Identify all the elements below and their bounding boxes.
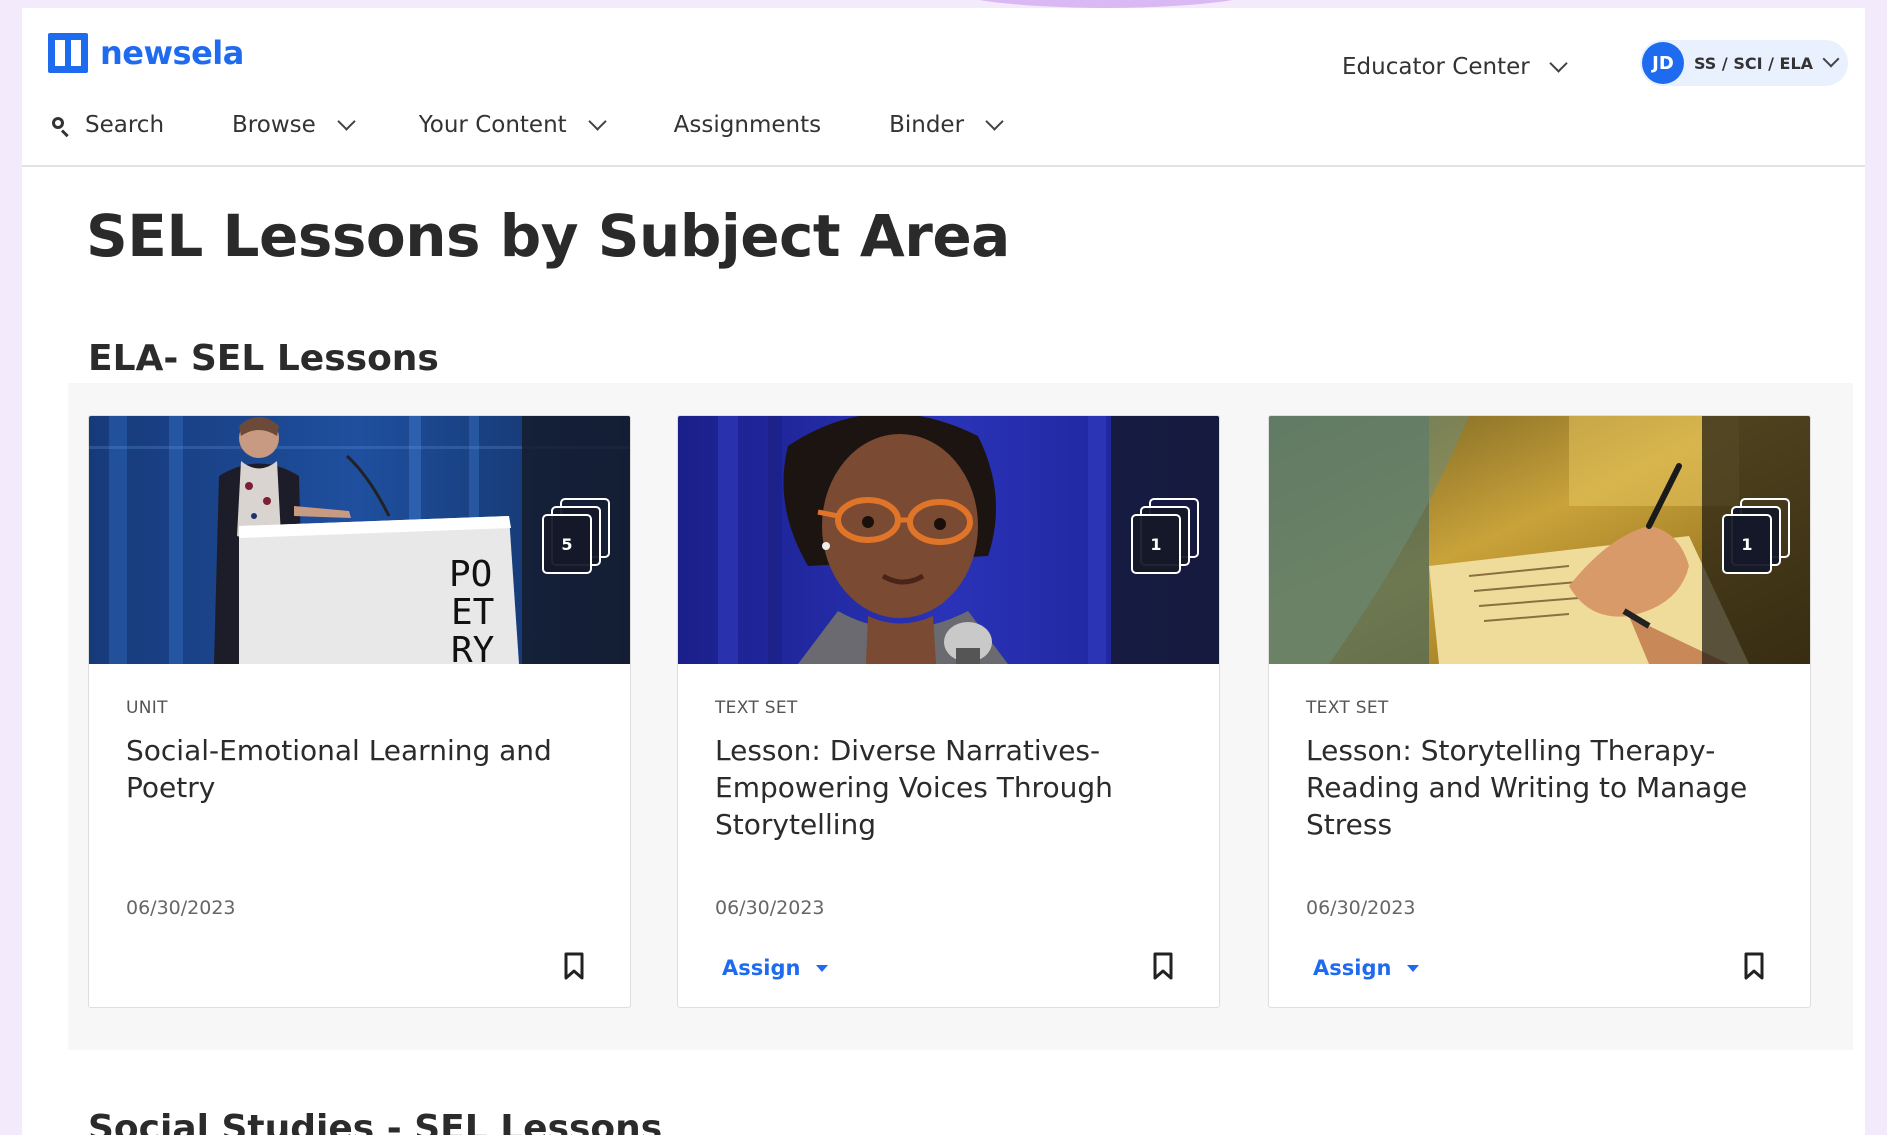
svg-text:ET: ET — [451, 592, 494, 633]
card-title[interactable]: Lesson: Diverse Narratives-Empowering Vo… — [715, 732, 1185, 843]
educator-center-label: Educator Center — [1342, 54, 1530, 80]
card-image-narratives: 1 — [678, 416, 1219, 664]
card-date: 06/30/2023 — [715, 897, 825, 919]
assign-button[interactable]: Assign — [722, 956, 829, 980]
logo-icon — [48, 33, 88, 73]
bookmark-icon[interactable] — [564, 952, 584, 980]
content-card[interactable]: 1 TEXT SET Lesson: Diverse Narratives-Em… — [677, 415, 1220, 1008]
nav-search[interactable]: Search — [52, 112, 164, 138]
educator-center-menu[interactable]: Educator Center — [1342, 53, 1568, 80]
chevron-down-icon — [985, 111, 1004, 131]
nav-binder-label: Binder — [889, 112, 965, 138]
svg-text:RY: RY — [451, 630, 495, 664]
bookmark-icon[interactable] — [1153, 952, 1173, 980]
top-header: newsela Educator Center JD SS / SCI / EL… — [22, 8, 1865, 167]
stack-icon: 1 — [1722, 498, 1792, 574]
page-title: SEL Lessons by Subject Area — [86, 202, 1010, 270]
nav-browse[interactable]: Browse — [232, 111, 356, 138]
poetry-image-text: PO — [449, 554, 492, 595]
item-count: 1 — [1722, 514, 1772, 574]
chevron-down-icon — [587, 111, 607, 131]
card-type-label: TEXT SET — [1306, 698, 1389, 718]
app-window: newsela Educator Center JD SS / SCI / EL… — [22, 8, 1865, 1135]
newsela-logo[interactable]: newsela — [48, 33, 244, 73]
assign-label: Assign — [1313, 956, 1392, 980]
user-subjects-label: SS / SCI / ELA — [1694, 53, 1814, 73]
logo-text: newsela — [100, 34, 244, 72]
card-image-writing: 1 — [1269, 416, 1810, 664]
nav-search-label: Search — [85, 112, 165, 138]
nav-assignments[interactable]: Assignments — [674, 112, 821, 138]
caret-down-icon — [816, 964, 829, 972]
content-card[interactable]: 1 TEXT SET Lesson: Storytelling Therapy-… — [1268, 415, 1811, 1008]
item-count: 5 — [542, 514, 592, 574]
nav-browse-label: Browse — [232, 112, 316, 138]
avatar: JD — [1642, 42, 1684, 84]
assign-button[interactable]: Assign — [1313, 956, 1420, 980]
nav-assignments-label: Assignments — [673, 112, 822, 138]
card-type-label: UNIT — [126, 698, 168, 718]
card-title[interactable]: Social-Emotional Learning and Poetry — [126, 732, 596, 806]
card-type-label: TEXT SET — [715, 698, 798, 718]
card-date: 06/30/2023 — [1306, 897, 1416, 919]
caret-down-icon — [1407, 964, 1420, 972]
search-icon — [52, 116, 69, 134]
nav-your-content[interactable]: Your Content — [418, 111, 607, 138]
section-title-ela: ELA- SEL Lessons — [88, 338, 439, 379]
main-nav: Search Browse Your Content Assignments B… — [52, 105, 1004, 145]
content-card[interactable]: PO ET RY 5 UNIT Social-Emotional Learnin… — [88, 415, 631, 1008]
chevron-down-icon — [337, 111, 356, 131]
card-date: 06/30/2023 — [126, 897, 236, 919]
stack-icon: 1 — [1131, 498, 1201, 574]
background-decoration — [936, 0, 1276, 8]
assign-label: Assign — [722, 956, 801, 980]
bookmark-icon[interactable] — [1744, 952, 1764, 980]
card-image-poetry: PO ET RY 5 — [89, 416, 630, 664]
stack-icon: 5 — [542, 498, 612, 574]
card-title[interactable]: Lesson: Storytelling Therapy- Reading an… — [1306, 732, 1776, 843]
chevron-down-icon — [1822, 50, 1840, 68]
chevron-down-icon — [1549, 53, 1568, 73]
nav-binder[interactable]: Binder — [889, 111, 1004, 138]
item-count: 1 — [1131, 514, 1181, 574]
nav-your-content-label: Your Content — [418, 112, 567, 138]
section-title-social-studies: Social Studies - SEL Lessons — [88, 1108, 663, 1135]
user-menu[interactable]: JD SS / SCI / ELA — [1640, 40, 1848, 86]
